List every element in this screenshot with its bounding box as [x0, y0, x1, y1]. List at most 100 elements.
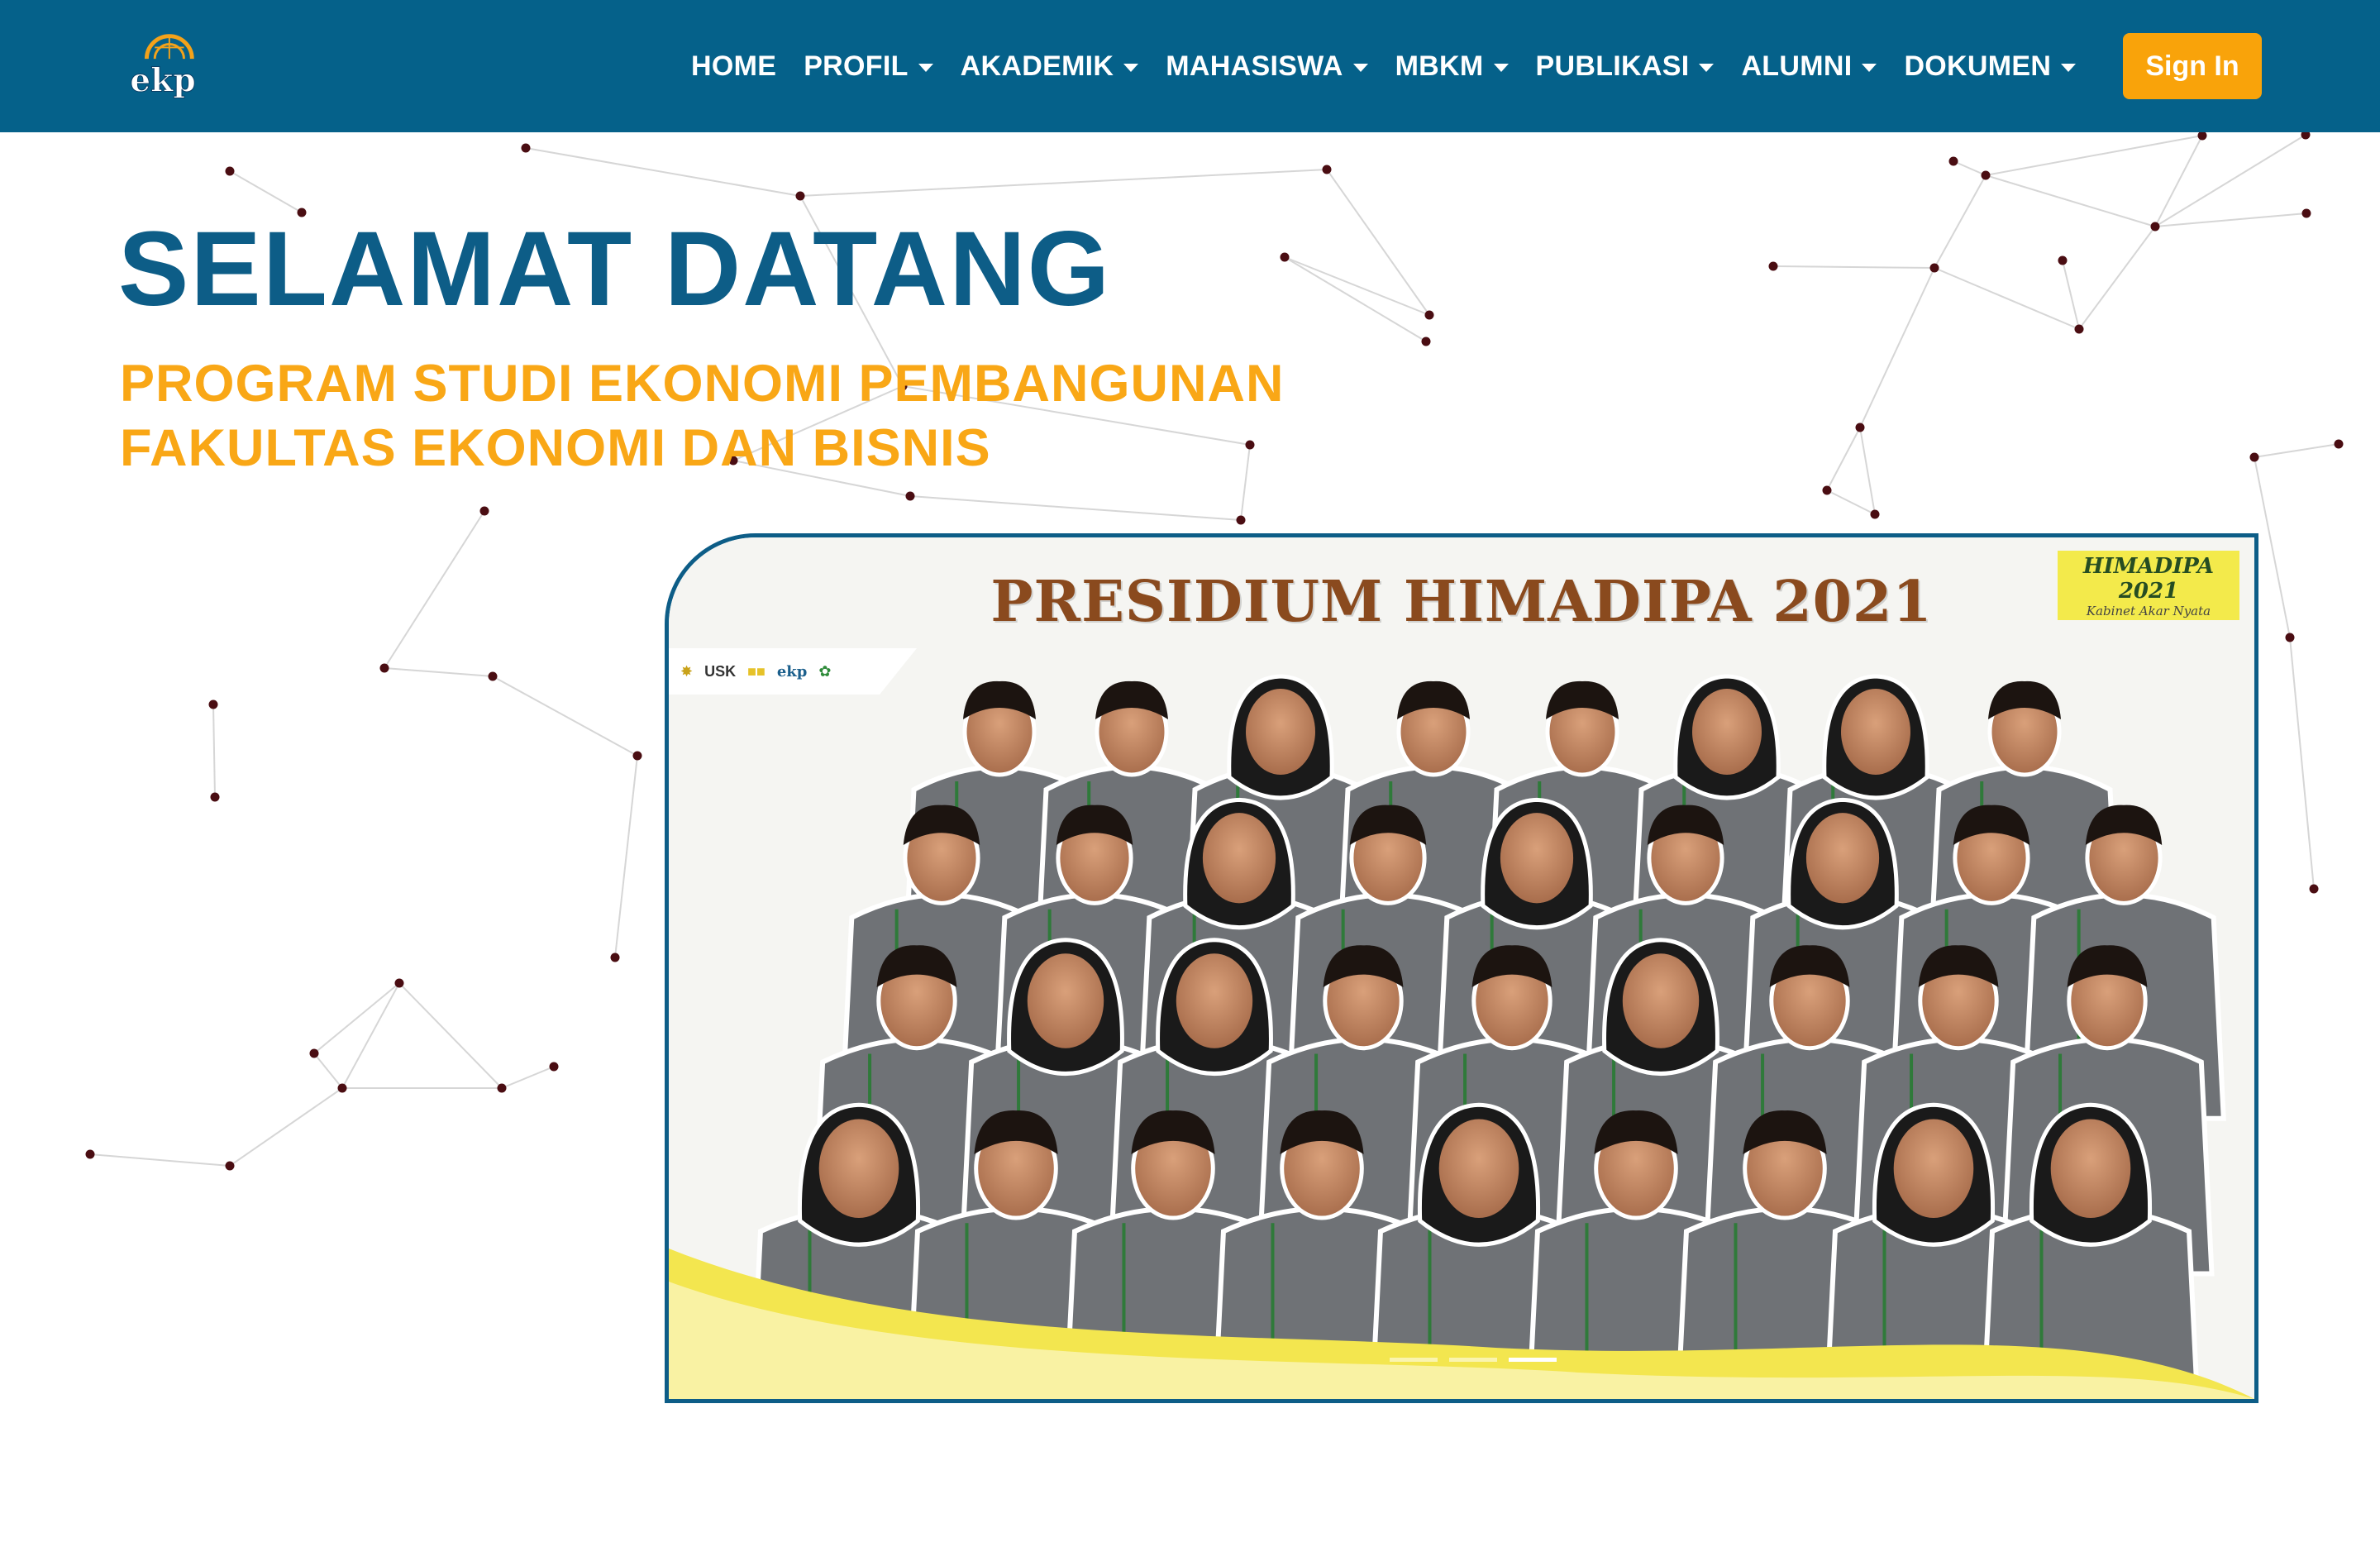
carousel-indicator[interactable]	[1390, 1358, 1438, 1362]
network-edge	[313, 1053, 343, 1089]
person-face	[1622, 953, 1700, 1048]
network-node	[210, 792, 220, 802]
network-edge	[1953, 160, 1987, 176]
network-node	[905, 491, 915, 501]
network-edge	[1859, 427, 1876, 515]
nav-item-label: AKADEMIK	[960, 50, 1114, 82]
nav-item-label: MAHASISWA	[1166, 50, 1343, 82]
network-edge	[1934, 174, 1987, 269]
nav-item-label: PROFIL	[804, 50, 909, 82]
carousel-indicator[interactable]	[1509, 1358, 1557, 1362]
chevron-down-icon	[1862, 64, 1877, 72]
person-face	[1202, 813, 1276, 904]
person-face	[1805, 813, 1880, 904]
svg-text:ekp: ekp	[130, 61, 196, 99]
network-node	[309, 1048, 319, 1058]
badge-subtitle: Kabinet Akar Nyata	[2086, 604, 2211, 618]
sign-in-button[interactable]: Sign In	[2123, 33, 2262, 99]
network-edge	[1284, 256, 1427, 342]
network-node	[2249, 452, 2259, 462]
network-node	[1421, 337, 1431, 346]
chevron-down-icon	[1699, 64, 1715, 72]
carousel-indicator[interactable]	[1449, 1358, 1497, 1362]
nav-item-publikasi[interactable]: PUBLIKASI	[1536, 50, 1715, 83]
nav-item-alumni[interactable]: ALUMNI	[1741, 50, 1877, 83]
network-edge	[2254, 456, 2291, 638]
network-node	[795, 191, 805, 201]
network-edge	[89, 1153, 231, 1167]
network-edge	[525, 147, 801, 197]
nav-item-dokumen[interactable]: DOKUMEN	[1904, 50, 2077, 83]
network-node	[2309, 884, 2319, 894]
network-edge	[2254, 443, 2339, 458]
person-face	[1027, 953, 1104, 1048]
network-node	[1981, 170, 1991, 180]
network-edge	[1772, 265, 1935, 269]
network-edge	[341, 982, 400, 1089]
chevron-down-icon	[1123, 64, 1139, 72]
network-edge	[212, 704, 216, 798]
network-edge	[501, 1066, 555, 1089]
chevron-down-icon	[2061, 64, 2077, 72]
network-node	[497, 1083, 507, 1093]
network-edge	[1934, 267, 2080, 330]
hero-subtitle-faculty: FAKULTAS EKONOMI DAN BISNIS	[120, 419, 991, 477]
network-node	[2150, 222, 2160, 232]
nav-item-label: ALUMNI	[1741, 50, 1853, 82]
network-edge	[2154, 134, 2306, 227]
nav-item-home[interactable]: HOME	[691, 50, 776, 83]
network-edge	[614, 755, 638, 958]
network-node	[2074, 324, 2084, 334]
network-edge	[2078, 226, 2156, 330]
network-edge	[1240, 444, 1251, 521]
nav-item-mbkm[interactable]: MBKM	[1395, 50, 1509, 83]
network-edge	[2154, 212, 2307, 227]
network-edge	[1326, 169, 1430, 316]
nav-item-label: DOKUMEN	[1904, 50, 2052, 82]
network-node	[1245, 440, 1255, 450]
nav-item-akademik[interactable]: AKADEMIK	[961, 50, 1139, 83]
nav-item-label: PUBLIKASI	[1535, 50, 1690, 82]
chevron-down-icon	[918, 64, 933, 72]
network-node	[1768, 261, 1778, 271]
network-edge	[799, 169, 1328, 197]
nav-item-label: HOME	[691, 50, 777, 82]
hero-carousel[interactable]: PRESIDIUM HIMADIPA 2021 HIMADIPA 2021 Ka…	[665, 533, 2258, 1403]
person-face	[1692, 689, 1762, 775]
network-node	[1870, 509, 1880, 519]
network-node	[2197, 131, 2207, 141]
network-edge	[313, 982, 400, 1054]
network-node	[1280, 252, 1290, 262]
network-node	[1322, 165, 1332, 174]
nav-item-profil[interactable]: PROFIL	[804, 50, 933, 83]
network-node	[2301, 208, 2311, 218]
person-face	[1893, 1119, 1974, 1219]
network-node	[1424, 310, 1434, 320]
navbar: ekp HOME PROFIL AKADEMIK MAHASISWA MBKM PUBLI…	[0, 0, 2380, 132]
usk-logo-icon: ✸	[680, 662, 694, 680]
network-node	[1948, 156, 1958, 166]
network-node	[632, 751, 642, 761]
partner-logos-strip: ✸ USK ■■ ekp ✿	[669, 648, 917, 695]
network-edge	[1985, 174, 2156, 227]
slide-group-photo	[669, 537, 2254, 1399]
network-node	[337, 1083, 347, 1093]
network-node	[379, 663, 389, 673]
badge-title: HIMADIPA 2021	[2082, 554, 2215, 604]
person-face	[1500, 813, 1574, 904]
network-edge	[492, 676, 638, 757]
network-edge	[2062, 260, 2080, 330]
ekp-logo[interactable]: ekp	[122, 25, 203, 106]
chevron-down-icon	[1352, 64, 1368, 72]
network-node	[2285, 633, 2295, 642]
person-face	[1438, 1119, 1519, 1219]
network-node	[1236, 515, 1246, 525]
network-node	[2334, 439, 2344, 449]
nav-item-mahasiswa[interactable]: MAHASISWA	[1166, 50, 1368, 83]
network-node	[1822, 485, 1832, 495]
network-node	[479, 506, 489, 516]
network-edge	[384, 667, 494, 677]
network-edge	[1826, 489, 1876, 515]
network-edge	[229, 170, 303, 213]
hero-title: SELAMAT DATANG	[118, 210, 1112, 328]
